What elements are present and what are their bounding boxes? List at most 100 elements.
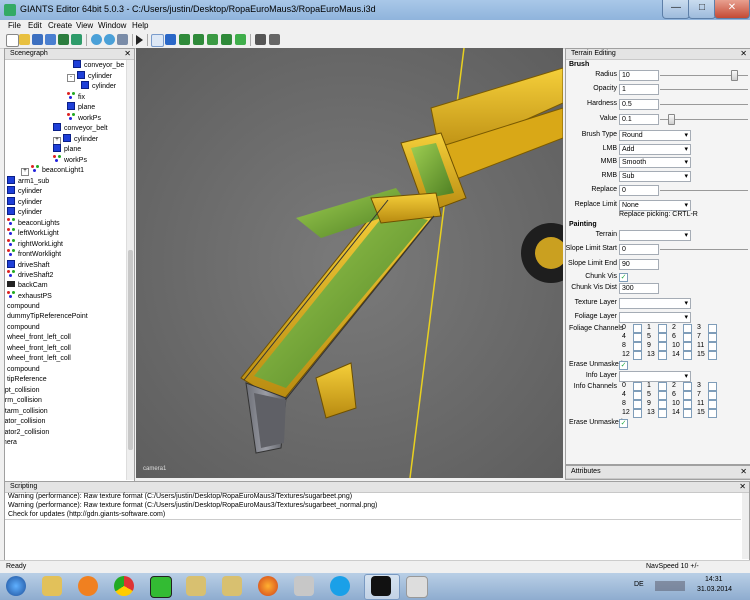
tree-item[interactable]: cylinder bbox=[7, 196, 42, 207]
tree-item[interactable]: - cylinder bbox=[67, 70, 112, 82]
channel-checkbox[interactable] bbox=[683, 351, 692, 360]
erase-unmasked-checkbox[interactable]: ✓ bbox=[619, 361, 628, 370]
mmb-select[interactable]: Smooth bbox=[619, 157, 691, 168]
terrain-select[interactable] bbox=[619, 230, 691, 241]
tree-item[interactable]: compound bbox=[7, 323, 40, 333]
channel-checkbox[interactable] bbox=[633, 382, 642, 391]
explorer-icon[interactable] bbox=[42, 576, 62, 596]
rmb-select[interactable]: Sub bbox=[619, 171, 691, 182]
hardness-slider[interactable] bbox=[660, 104, 748, 105]
scenegraph-scrollbar[interactable] bbox=[126, 60, 134, 480]
folder-icon[interactable] bbox=[186, 576, 206, 596]
info-layer-select[interactable] bbox=[619, 371, 691, 382]
tree-item[interactable]: + cylinder bbox=[53, 133, 98, 145]
channel-checkbox[interactable] bbox=[708, 400, 717, 409]
tree-item[interactable]: vator_collision bbox=[5, 417, 45, 427]
tree-item[interactable]: arm1_sub bbox=[7, 175, 49, 186]
import-icon[interactable] bbox=[58, 34, 69, 45]
tree-item[interactable]: mera bbox=[5, 438, 17, 448]
scrollbar-thumb[interactable] bbox=[128, 250, 133, 450]
lmb-select[interactable]: Add bbox=[619, 144, 691, 155]
scenegraph-close-icon[interactable]: ✕ bbox=[124, 49, 131, 59]
language-indicator[interactable]: DE bbox=[634, 581, 644, 588]
opacity-slider[interactable] bbox=[660, 89, 748, 90]
channel-checkbox[interactable] bbox=[633, 333, 642, 342]
tree-item[interactable]: upt_collision bbox=[5, 386, 40, 396]
tree-item[interactable]: backCam bbox=[7, 280, 48, 291]
tree-item[interactable]: frontWorklight bbox=[7, 249, 61, 259]
tree-item[interactable]: wheel_front_left_coll bbox=[7, 333, 71, 343]
paint-icon[interactable] bbox=[406, 576, 428, 598]
channel-checkbox[interactable] bbox=[658, 333, 667, 342]
tree-item[interactable]: cylinder bbox=[7, 207, 42, 217]
tree-item[interactable]: driveShaft bbox=[7, 259, 50, 270]
script-console-input[interactable] bbox=[5, 519, 741, 560]
save-as-icon[interactable] bbox=[45, 34, 56, 45]
tree-item[interactable]: workPs bbox=[53, 154, 87, 165]
channel-checkbox[interactable] bbox=[708, 333, 717, 342]
channel-checkbox[interactable] bbox=[658, 351, 667, 360]
brush-type-select[interactable]: Round bbox=[619, 130, 691, 141]
channel-checkbox[interactable] bbox=[683, 391, 692, 400]
value-slider-knob[interactable] bbox=[668, 114, 676, 125]
chrome-icon[interactable] bbox=[114, 576, 134, 596]
menu-create[interactable]: Create bbox=[48, 21, 72, 30]
start-orb-icon[interactable] bbox=[6, 576, 26, 596]
photo-editor-icon[interactable] bbox=[294, 576, 314, 596]
menu-file[interactable]: File bbox=[8, 21, 21, 30]
channel-checkbox[interactable] bbox=[708, 324, 717, 333]
menu-help[interactable]: Help bbox=[132, 21, 148, 30]
value-input[interactable]: 0.1 bbox=[619, 114, 659, 125]
scale-icon[interactable] bbox=[193, 34, 204, 45]
channel-checkbox[interactable] bbox=[683, 400, 692, 409]
channel-checkbox[interactable] bbox=[708, 351, 717, 360]
scripting-close-icon[interactable]: ✕ bbox=[739, 482, 746, 492]
skype-icon[interactable] bbox=[330, 576, 350, 596]
snap-icon[interactable] bbox=[255, 34, 266, 45]
slope-end-input[interactable]: 90 bbox=[619, 259, 659, 270]
close-button[interactable]: ✕ bbox=[714, 0, 750, 19]
tree-item[interactable]: beaconLights bbox=[7, 217, 60, 228]
select-icon[interactable] bbox=[151, 34, 164, 47]
tree-item[interactable]: conveyor_be bbox=[73, 60, 124, 70]
giants-editor-icon[interactable] bbox=[371, 576, 391, 596]
slope-start-slider[interactable] bbox=[660, 249, 748, 250]
tree-item[interactable]: plane bbox=[53, 144, 81, 154]
channel-checkbox[interactable] bbox=[683, 324, 692, 333]
undo-icon[interactable] bbox=[91, 34, 102, 45]
opacity-input[interactable]: 1 bbox=[619, 84, 659, 95]
slope-start-input[interactable]: 0 bbox=[619, 244, 659, 255]
terrain-paint-icon[interactable] bbox=[221, 34, 232, 45]
3d-viewport[interactable]: camera1 bbox=[136, 48, 563, 478]
rotate-icon[interactable] bbox=[179, 34, 190, 45]
replace-input[interactable]: 0 bbox=[619, 185, 659, 196]
maximize-button[interactable]: □ bbox=[688, 0, 716, 19]
tree-item[interactable]: cylinder bbox=[7, 186, 42, 196]
tree-item[interactable]: tipReference bbox=[7, 375, 47, 385]
channel-checkbox[interactable] bbox=[708, 382, 717, 391]
save-icon[interactable] bbox=[32, 34, 43, 45]
play-icon[interactable] bbox=[136, 35, 143, 45]
tray-icons[interactable] bbox=[655, 581, 685, 591]
channel-checkbox[interactable] bbox=[633, 351, 642, 360]
attributes-close-icon[interactable]: ✕ bbox=[740, 466, 747, 478]
channel-checkbox[interactable] bbox=[633, 409, 642, 418]
menu-edit[interactable]: Edit bbox=[28, 21, 42, 30]
minimize-button[interactable]: — bbox=[662, 0, 690, 19]
radius-slider-knob[interactable] bbox=[731, 70, 739, 81]
channel-checkbox[interactable] bbox=[658, 409, 667, 418]
gps-tool-icon[interactable] bbox=[150, 576, 172, 598]
channel-checkbox[interactable] bbox=[658, 324, 667, 333]
texture-layer-select[interactable] bbox=[619, 298, 691, 309]
tree-item[interactable]: vator2_collision bbox=[5, 428, 49, 438]
terrain-close-icon[interactable]: ✕ bbox=[740, 49, 747, 59]
clock-time[interactable]: 14:31 bbox=[705, 576, 723, 583]
firefox-icon[interactable] bbox=[258, 576, 278, 596]
scenegraph-tree[interactable]: conveyor_be - cylinder cylinder fix plane work… bbox=[5, 60, 125, 480]
tree-item[interactable]: cylinder bbox=[81, 81, 116, 91]
grid-icon[interactable] bbox=[269, 34, 280, 45]
replace-limit-select[interactable]: None bbox=[619, 200, 691, 211]
tree-item[interactable]: compound bbox=[7, 365, 40, 375]
channel-checkbox[interactable] bbox=[633, 400, 642, 409]
tree-item[interactable]: exhaustPS bbox=[7, 291, 52, 301]
